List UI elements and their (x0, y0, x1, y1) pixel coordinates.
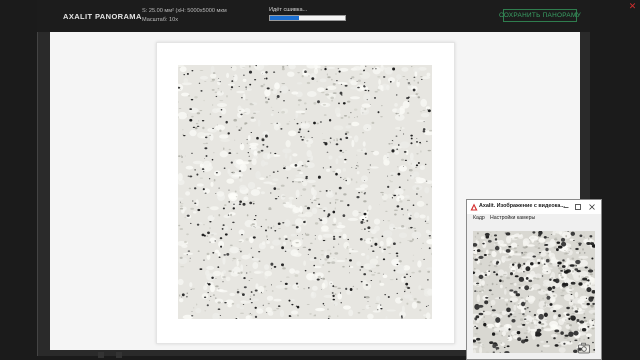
taskbar-icon[interactable] (98, 352, 104, 358)
close-icon[interactable]: ✕ (625, 0, 640, 12)
scan-info: S: 25.00 мм² (xН: 5000x5000 мкм Масштаб:… (142, 7, 227, 25)
scan-area-size: S: 25.00 мм² (xН: 5000x5000 мкм (142, 8, 227, 14)
stitch-progress-bar (269, 15, 346, 21)
camera-window-title: Axalit. Изображение с видеока... (479, 203, 565, 209)
menu-item-camera-settings[interactable]: Настройки камеры (490, 215, 535, 221)
maximize-icon[interactable] (573, 202, 583, 212)
app-logo-icon (470, 203, 478, 211)
top-bar: AXALIT PANORAMA S: 25.00 мм² (xН: 5000x5… (37, 0, 590, 32)
save-panorama-button[interactable]: СОХРАНИТЬ ПАНОРАМУ (499, 9, 581, 22)
stitch-status: Идёт сшивка... (269, 7, 308, 13)
app-brand: AXALIT PANORAMA (63, 12, 142, 21)
panorama-image[interactable] (178, 65, 432, 319)
camera-icon[interactable] (577, 341, 591, 355)
scan-scale: Масштаб: 10x (142, 17, 179, 23)
window-edge (37, 0, 38, 356)
minimize-icon[interactable] (561, 202, 571, 212)
camera-window: Axalit. Изображение с видеока... Кадр На… (466, 199, 602, 360)
stitch-progress-fill (270, 16, 299, 20)
camera-window-menubar: Кадр Настройки камеры (467, 214, 601, 223)
camera-window-titlebar[interactable]: Axalit. Изображение с видеока... (467, 200, 601, 214)
panorama-card (156, 42, 455, 344)
menu-item-frame[interactable]: Кадр (473, 215, 485, 221)
close-icon[interactable] (587, 202, 597, 212)
camera-frame-image (473, 231, 595, 353)
taskbar-icon[interactable] (116, 352, 122, 358)
